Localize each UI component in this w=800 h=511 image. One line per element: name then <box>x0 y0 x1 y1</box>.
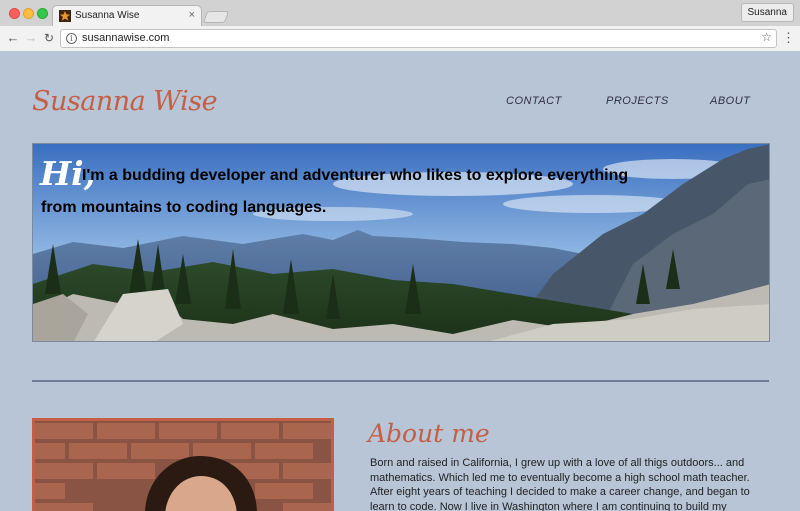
close-window-button[interactable] <box>9 8 20 19</box>
nav-projects-link[interactable]: PROJECTS <box>606 95 669 107</box>
brick-wall-portrait-image <box>35 421 331 511</box>
favicon-icon <box>59 10 71 22</box>
url-text[interactable]: susannawise.com <box>82 32 169 44</box>
zoom-window-button[interactable] <box>37 8 48 19</box>
browser-toolbar: ← → ↻ i susannawise.com ☆ ⋮ <box>0 26 800 51</box>
tab-strip: Susanna Wise × Susanna <box>0 0 800 27</box>
reload-icon[interactable]: ↻ <box>42 30 56 46</box>
new-tab-button[interactable] <box>202 11 230 23</box>
bookmark-star-icon[interactable]: ☆ <box>761 30 772 44</box>
back-icon[interactable]: ← <box>6 30 20 46</box>
browser-chrome: Susanna Wise × Susanna ← → ↻ i susannawi… <box>0 0 800 51</box>
profile-photo <box>32 418 334 511</box>
tab-title: Susanna Wise <box>75 10 140 21</box>
info-icon[interactable]: i <box>66 33 77 44</box>
nav-contact-link[interactable]: CONTACT <box>506 95 562 107</box>
hero-banner: Hi, I'm a budding developer and adventur… <box>32 143 770 342</box>
browser-tab[interactable]: Susanna Wise × <box>52 5 202 27</box>
close-tab-icon[interactable]: × <box>189 9 195 21</box>
hero-tagline-line-2: from mountains to coding languages. <box>41 199 327 216</box>
minimize-window-button[interactable] <box>23 8 34 19</box>
browser-menu-icon[interactable]: ⋮ <box>782 30 795 46</box>
profile-button[interactable]: Susanna <box>740 3 794 22</box>
about-paragraph: Born and raised in California, I grew up… <box>370 457 750 511</box>
hero-tagline-line-1: I'm a budding developer and adventurer w… <box>82 167 629 184</box>
forward-icon[interactable]: → <box>24 30 38 46</box>
section-divider <box>32 380 769 382</box>
about-heading: About me <box>368 419 490 448</box>
nav-about-link[interactable]: ABOUT <box>710 95 750 107</box>
site-logo[interactable]: Susanna Wise <box>32 86 218 117</box>
address-bar[interactable]: i susannawise.com ☆ <box>60 29 777 48</box>
